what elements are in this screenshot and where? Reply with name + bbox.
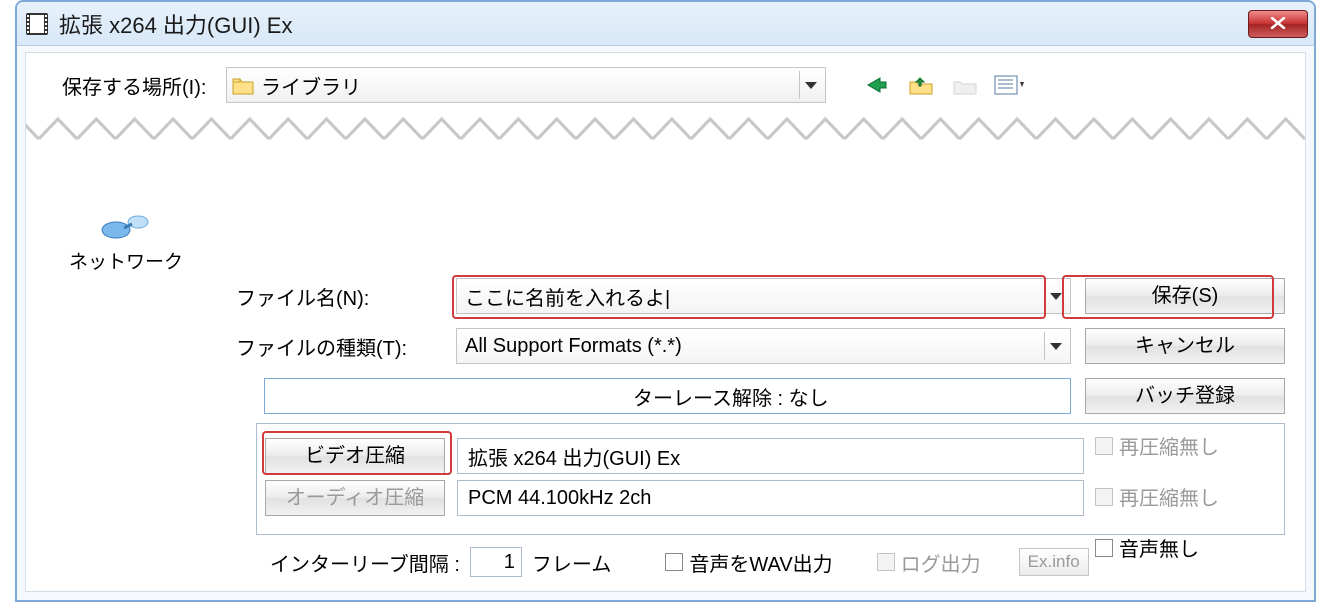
app-icon bbox=[25, 12, 49, 36]
back-icon[interactable] bbox=[862, 72, 892, 98]
checkbox-icon bbox=[1095, 437, 1113, 455]
snip-separator bbox=[26, 113, 1305, 149]
filetype-value: All Support Formats (*.*) bbox=[465, 335, 1044, 358]
network-icon bbox=[94, 205, 158, 245]
exinfo-button: Ex.info bbox=[1019, 548, 1089, 576]
client-area: 保存する場所(I): ライブラリ bbox=[25, 52, 1306, 592]
network-label: ネットワーク bbox=[46, 247, 206, 274]
new-folder-icon[interactable] bbox=[950, 72, 980, 98]
filename-label: ファイル名(N): bbox=[236, 282, 456, 311]
wav-output-checkbox[interactable]: 音声をWAV出力 bbox=[665, 548, 832, 577]
filename-input[interactable]: ここに名前を入れるよ| bbox=[456, 278, 1071, 314]
audio-codec-text: PCM 44.100kHz 2ch bbox=[468, 487, 651, 510]
no-recompress-checkbox-1: 再圧縮無し bbox=[1095, 431, 1275, 460]
video-codec-display: 拡張 x264 出力(GUI) Ex bbox=[457, 438, 1084, 474]
wav-output-label: 音声をWAV出力 bbox=[689, 548, 832, 577]
checkbox-icon bbox=[877, 553, 895, 571]
video-info-display: ターレース解除 : なし bbox=[264, 378, 1071, 414]
batch-register-button[interactable]: バッチ登録 bbox=[1085, 378, 1285, 414]
dropdown-arrow-icon[interactable] bbox=[799, 71, 821, 99]
interleave-frames-input[interactable]: 1 bbox=[470, 547, 522, 577]
interleave-row: インターリーブ間隔 : 1 フレーム 音声をWAV出力 ログ出力 Ex.info bbox=[270, 547, 1281, 577]
up-folder-icon[interactable] bbox=[906, 72, 936, 98]
log-output-label: ログ出力 bbox=[901, 548, 981, 577]
main-form: ファイル名(N): ここに名前を入れるよ| 保存(S) ファイルの種類(T): … bbox=[236, 278, 1285, 428]
save-location-label: 保存する場所(I): bbox=[44, 71, 214, 100]
no-recompress-checkbox-2: 再圧縮無し bbox=[1095, 482, 1275, 511]
close-button[interactable] bbox=[1248, 10, 1308, 38]
no-recompress-label-2: 再圧縮無し bbox=[1119, 482, 1219, 511]
save-button[interactable]: 保存(S) bbox=[1085, 278, 1285, 314]
nav-icons bbox=[862, 72, 1024, 98]
interleave-unit: フレーム bbox=[532, 548, 611, 577]
save-location-dropdown[interactable]: ライブラリ bbox=[226, 67, 826, 103]
view-menu-icon[interactable] bbox=[994, 72, 1024, 98]
video-compress-button[interactable]: ビデオ圧縮 bbox=[265, 438, 445, 474]
dialog-window: 拡張 x264 出力(GUI) Ex 保存する場所(I): ライブラリ bbox=[15, 0, 1316, 602]
interleave-label: インターリーブ間隔 : bbox=[270, 548, 460, 577]
save-location-value: ライブラリ bbox=[261, 71, 799, 100]
places-bar-network[interactable]: ネットワーク bbox=[46, 205, 206, 274]
title-bar: 拡張 x264 出力(GUI) Ex bbox=[17, 2, 1314, 46]
video-info-row: ターレース解除 : なし バッチ登録 bbox=[236, 378, 1285, 414]
audio-compress-button: オーディオ圧縮 bbox=[265, 480, 445, 516]
save-location-row: 保存する場所(I): ライブラリ bbox=[44, 67, 1287, 103]
filetype-row: ファイルの種類(T): All Support Formats (*.*) キャ… bbox=[236, 328, 1285, 364]
side-options: 再圧縮無し 再圧縮無し 音声無し bbox=[1095, 431, 1275, 562]
folder-icon bbox=[231, 74, 255, 96]
checkbox-icon bbox=[1095, 488, 1113, 506]
audio-codec-display: PCM 44.100kHz 2ch bbox=[457, 480, 1084, 516]
log-output-checkbox: ログ出力 bbox=[877, 548, 981, 577]
dropdown-arrow-icon[interactable] bbox=[1044, 282, 1066, 310]
dropdown-arrow-icon[interactable] bbox=[1044, 332, 1066, 360]
video-info-text: ターレース解除 : なし bbox=[273, 382, 1066, 411]
filename-row: ファイル名(N): ここに名前を入れるよ| 保存(S) bbox=[236, 278, 1285, 314]
video-codec-text: 拡張 x264 出力(GUI) Ex bbox=[468, 442, 680, 471]
filename-value: ここに名前を入れるよ| bbox=[465, 282, 1044, 311]
cancel-button[interactable]: キャンセル bbox=[1085, 328, 1285, 364]
no-recompress-label-1: 再圧縮無し bbox=[1119, 431, 1219, 460]
window-title: 拡張 x264 出力(GUI) Ex bbox=[59, 8, 1248, 40]
checkbox-icon bbox=[665, 553, 683, 571]
filetype-label: ファイルの種類(T): bbox=[236, 332, 456, 361]
filetype-select[interactable]: All Support Formats (*.*) bbox=[456, 328, 1071, 364]
